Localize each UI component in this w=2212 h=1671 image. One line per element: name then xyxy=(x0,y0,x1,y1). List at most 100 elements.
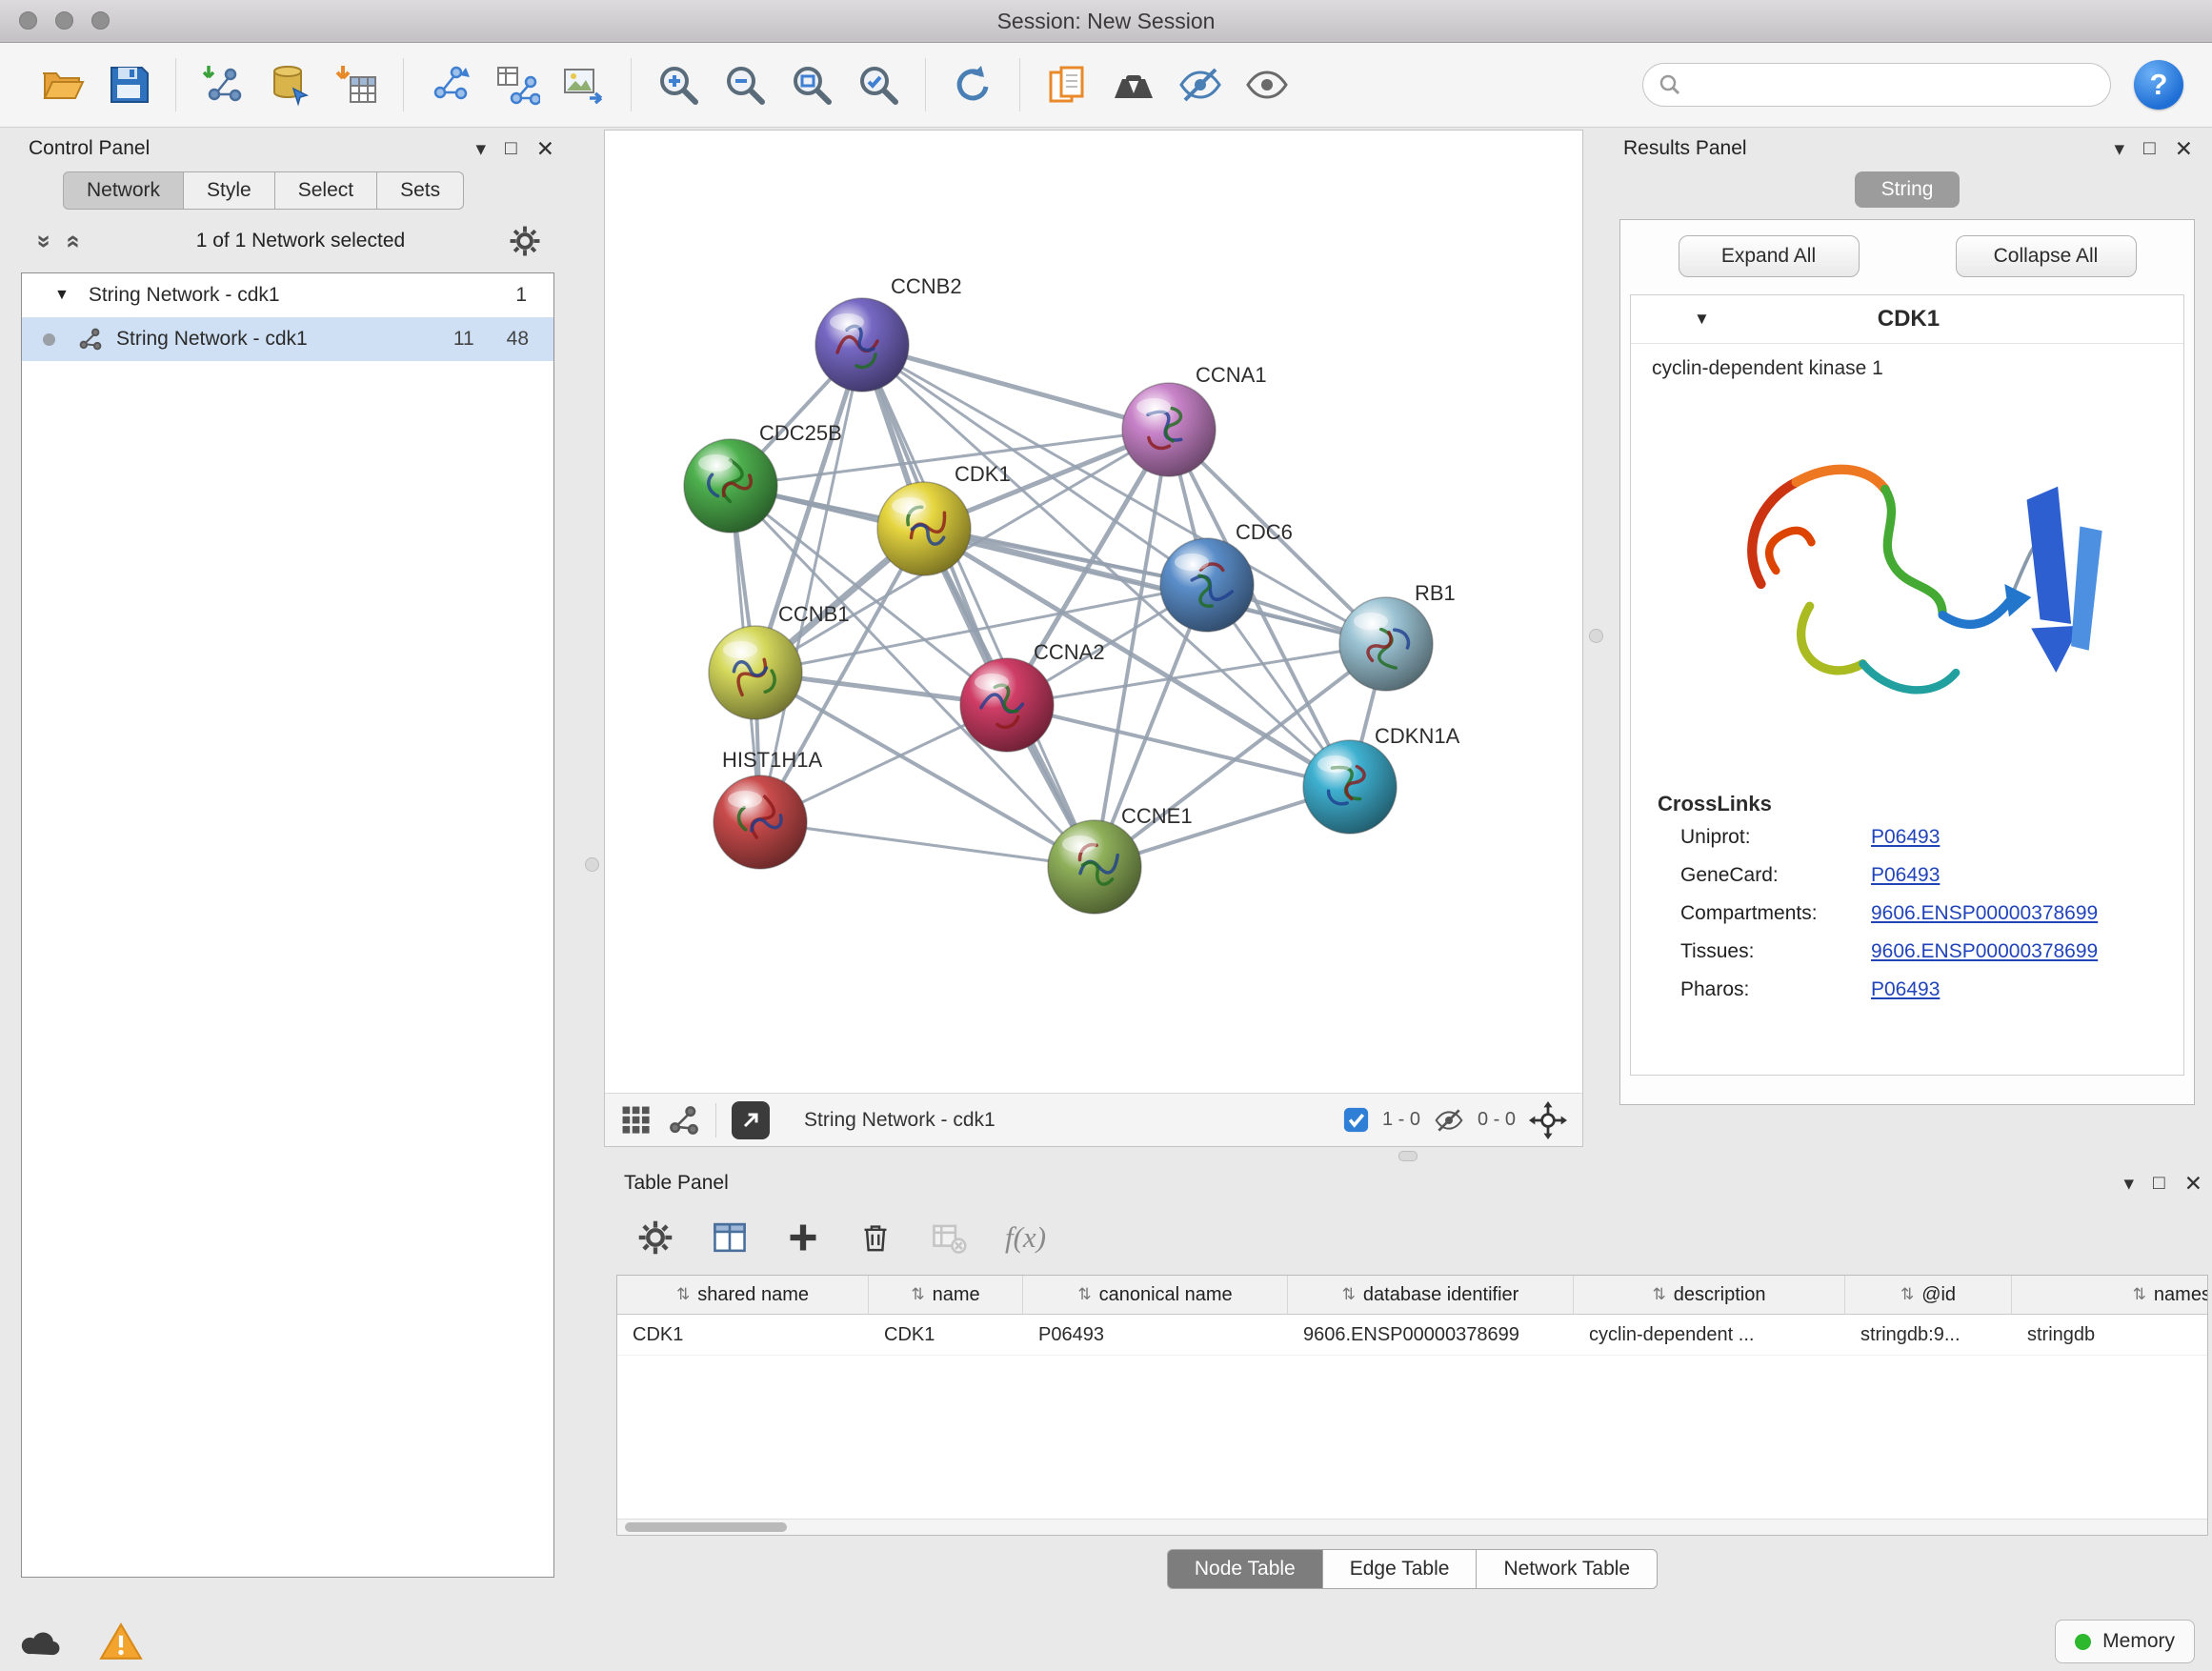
column-header-name[interactable]: ⇅name xyxy=(869,1276,1023,1314)
show-columns-icon[interactable] xyxy=(712,1219,748,1256)
status-bar: Memory xyxy=(0,1612,2212,1671)
crosslink-value-link[interactable]: P06493 xyxy=(1871,826,1940,849)
network-edge[interactable] xyxy=(862,345,1095,867)
table-settings-gear-icon[interactable] xyxy=(637,1219,674,1256)
fit-crosshair-icon[interactable] xyxy=(1529,1101,1567,1139)
zoom-fit-button[interactable] xyxy=(784,57,839,112)
network-collection-row[interactable]: ▼ String Network - cdk1 1 xyxy=(22,273,553,317)
column-header--id[interactable]: ⇅@id xyxy=(1845,1276,2012,1314)
table-cell[interactable]: CDK1 xyxy=(869,1315,1023,1355)
table-cell[interactable]: stringdb:9... xyxy=(1845,1315,2012,1355)
panel-close-icon[interactable]: ✕ xyxy=(2184,1171,2202,1197)
minimize-window-icon[interactable] xyxy=(55,11,73,30)
search-input[interactable] xyxy=(1691,73,2095,97)
tab-network-table[interactable]: Network Table xyxy=(1477,1549,1658,1589)
network-node-cdk1[interactable]: CDK1 xyxy=(877,462,1011,575)
column-header-canonical-name[interactable]: ⇅canonical name xyxy=(1023,1276,1288,1314)
birds-eye-view-button[interactable] xyxy=(620,1104,653,1137)
title-bar: Session: New Session xyxy=(0,0,2212,43)
column-header-namespace[interactable]: ⇅namespace xyxy=(2012,1276,2208,1314)
save-session-button[interactable] xyxy=(101,57,156,112)
horizontal-scrollbar[interactable] xyxy=(617,1519,2207,1535)
table-cell[interactable]: cyclin-dependent ... xyxy=(1574,1315,1845,1355)
selected-checkbox-icon[interactable] xyxy=(1343,1107,1369,1133)
tab-style[interactable]: Style xyxy=(184,171,275,210)
table-cell[interactable]: CDK1 xyxy=(617,1315,869,1355)
apply-layout-button[interactable] xyxy=(945,57,1000,112)
zoom-in-button[interactable] xyxy=(651,57,706,112)
export-network-button[interactable] xyxy=(732,1101,770,1139)
network-canvas[interactable]: CCNB2CCNA1CDC25BCDK1CDC6RB1CCNB1CCNA2CDK… xyxy=(605,131,1582,1093)
network-node-ccna1[interactable]: CCNA1 xyxy=(1122,363,1267,476)
import-network-file-button[interactable] xyxy=(195,57,251,112)
warnings-button[interactable] xyxy=(99,1621,143,1661)
network-edge[interactable] xyxy=(1007,705,1350,787)
panel-float-icon[interactable]: □ xyxy=(2143,137,2156,160)
panel-float-icon[interactable]: □ xyxy=(505,137,517,160)
cloud-status-button[interactable] xyxy=(17,1624,67,1659)
table-cell[interactable]: P06493 xyxy=(1023,1315,1288,1355)
string-panel-button[interactable] xyxy=(668,1104,700,1137)
network-node-ccnb2[interactable]: CCNB2 xyxy=(815,274,962,392)
crosslink-value-link[interactable]: 9606.ENSP00000378699 xyxy=(1871,902,2098,925)
panel-float-icon[interactable]: □ xyxy=(2153,1172,2165,1195)
section-caret-icon[interactable]: ▼ xyxy=(1694,310,1710,329)
tab-network[interactable]: Network xyxy=(63,171,184,210)
crosslink-value-link[interactable]: P06493 xyxy=(1871,864,1940,887)
network-node-rb1[interactable]: RB1 xyxy=(1339,581,1456,691)
crosslink-value-link[interactable]: P06493 xyxy=(1871,978,1940,1001)
panel-menu-icon[interactable]: ▾ xyxy=(475,137,486,161)
function-builder-icon[interactable]: f(x) xyxy=(1005,1220,1046,1255)
options-gear-icon[interactable] xyxy=(509,225,541,257)
tab-edge-table[interactable]: Edge Table xyxy=(1323,1549,1478,1589)
collapse-all-icon[interactable]: » xyxy=(30,234,60,248)
table-row[interactable]: CDK1CDK1P064939606.ENSP00000378699cyclin… xyxy=(617,1315,2207,1356)
tab-select[interactable]: Select xyxy=(275,171,377,210)
panel-close-icon[interactable]: ✕ xyxy=(536,136,554,162)
tab-sets[interactable]: Sets xyxy=(377,171,464,210)
hide-selected-button[interactable] xyxy=(1173,57,1228,112)
table-cell[interactable]: stringdb xyxy=(2012,1315,2208,1355)
import-network-database-button[interactable] xyxy=(262,57,317,112)
new-network-from-selection-button[interactable] xyxy=(423,57,478,112)
new-network-from-table-button[interactable] xyxy=(490,57,545,112)
table-cell[interactable]: 9606.ENSP00000378699 xyxy=(1288,1315,1574,1355)
collapse-all-button[interactable]: Collapse All xyxy=(1956,235,2137,277)
network-edge[interactable] xyxy=(760,822,1095,867)
memory-button[interactable]: Memory xyxy=(2055,1620,2195,1663)
import-table-button[interactable] xyxy=(329,57,384,112)
panel-close-icon[interactable]: ✕ xyxy=(2175,136,2193,162)
panel-menu-icon[interactable]: ▾ xyxy=(2123,1172,2134,1196)
left-splitter-handle[interactable] xyxy=(585,857,599,872)
add-column-icon[interactable] xyxy=(786,1220,820,1255)
column-header-shared-name[interactable]: ⇅shared name xyxy=(617,1276,869,1314)
expand-all-icon[interactable]: » xyxy=(57,234,87,248)
delete-column-icon[interactable] xyxy=(858,1220,893,1255)
maximize-window-icon[interactable] xyxy=(91,11,110,30)
zoom-selected-button[interactable] xyxy=(851,57,906,112)
network-list-item[interactable]: String Network - cdk1 11 48 xyxy=(22,317,553,361)
zoom-out-button[interactable] xyxy=(717,57,773,112)
hidden-eye-slash-icon[interactable] xyxy=(1434,1105,1464,1136)
export-image-button[interactable] xyxy=(556,57,612,112)
right-splitter-handle[interactable] xyxy=(1589,629,1603,643)
tab-string[interactable]: String xyxy=(1855,171,1961,208)
network-selection-status: 1 of 1 Network selected xyxy=(92,230,509,252)
tab-node-table[interactable]: Node Table xyxy=(1167,1549,1323,1589)
crosslink-value-link[interactable]: 9606.ENSP00000378699 xyxy=(1871,940,2098,963)
find-button[interactable] xyxy=(1106,57,1161,112)
network-node-hist1h1a[interactable]: HIST1H1A xyxy=(714,748,822,869)
close-window-icon[interactable] xyxy=(19,11,37,30)
help-button[interactable]: ? xyxy=(2134,60,2183,110)
column-header-database-identifier[interactable]: ⇅database identifier xyxy=(1288,1276,1574,1314)
scrollbar-thumb[interactable] xyxy=(625,1522,787,1532)
panel-menu-icon[interactable]: ▾ xyxy=(2114,137,2124,161)
tree-caret-icon[interactable]: ▼ xyxy=(54,287,70,304)
show-all-button[interactable] xyxy=(1239,57,1295,112)
expand-all-button[interactable]: Expand All xyxy=(1679,235,1860,277)
bottom-splitter-handle[interactable] xyxy=(1398,1151,1418,1161)
column-header-description[interactable]: ⇅description xyxy=(1574,1276,1845,1314)
open-session-button[interactable] xyxy=(34,57,90,112)
copy-button[interactable] xyxy=(1039,57,1095,112)
node-label: CDKN1A xyxy=(1375,724,1460,748)
